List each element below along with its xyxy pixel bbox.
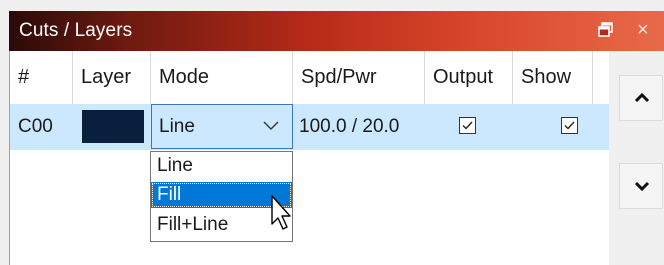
mode-select[interactable]: Line <box>151 104 293 149</box>
show-checkbox[interactable] <box>561 117 578 134</box>
header-layer[interactable]: Layer <box>73 51 151 104</box>
header-number[interactable]: # <box>10 51 73 104</box>
layer-color-swatch[interactable] <box>82 110 144 143</box>
header-spd-pwr[interactable]: Spd/Pwr <box>293 51 425 104</box>
row-spd-pwr[interactable]: 100.0 / 20.0 <box>293 104 425 150</box>
table-header-row: # Layer Mode Spd/Pwr Output Show <box>10 51 610 104</box>
cuts-layers-panel: Cuts / Layers × # Layer Mode Spd/Pwr Out… <box>0 0 664 265</box>
layers-table: # Layer Mode Spd/Pwr Output Show C00 Lin… <box>9 51 610 265</box>
move-layer-up-button[interactable] <box>619 75 663 121</box>
float-window-icon[interactable] <box>597 21 615 39</box>
output-checkbox[interactable] <box>459 117 476 134</box>
mouse-pointer-icon <box>270 194 294 234</box>
panel-titlebar[interactable]: Cuts / Layers × <box>9 11 664 51</box>
side-button-panel <box>609 51 664 265</box>
close-icon[interactable]: × <box>637 20 649 40</box>
header-output[interactable]: Output <box>425 51 513 104</box>
mode-option-line[interactable]: Line <box>151 153 292 179</box>
table-row[interactable]: C00 Line 100.0 / 20.0 <box>10 104 610 150</box>
chevron-down-icon <box>262 119 280 133</box>
chevron-down-icon <box>634 181 650 192</box>
move-layer-down-button[interactable] <box>619 163 663 209</box>
header-mode[interactable]: Mode <box>151 51 293 104</box>
panel-title: Cuts / Layers <box>19 20 133 41</box>
chevron-up-icon <box>634 92 650 103</box>
row-id: C00 <box>18 116 53 137</box>
header-show[interactable]: Show <box>513 51 593 104</box>
mode-select-value: Line <box>159 116 195 137</box>
